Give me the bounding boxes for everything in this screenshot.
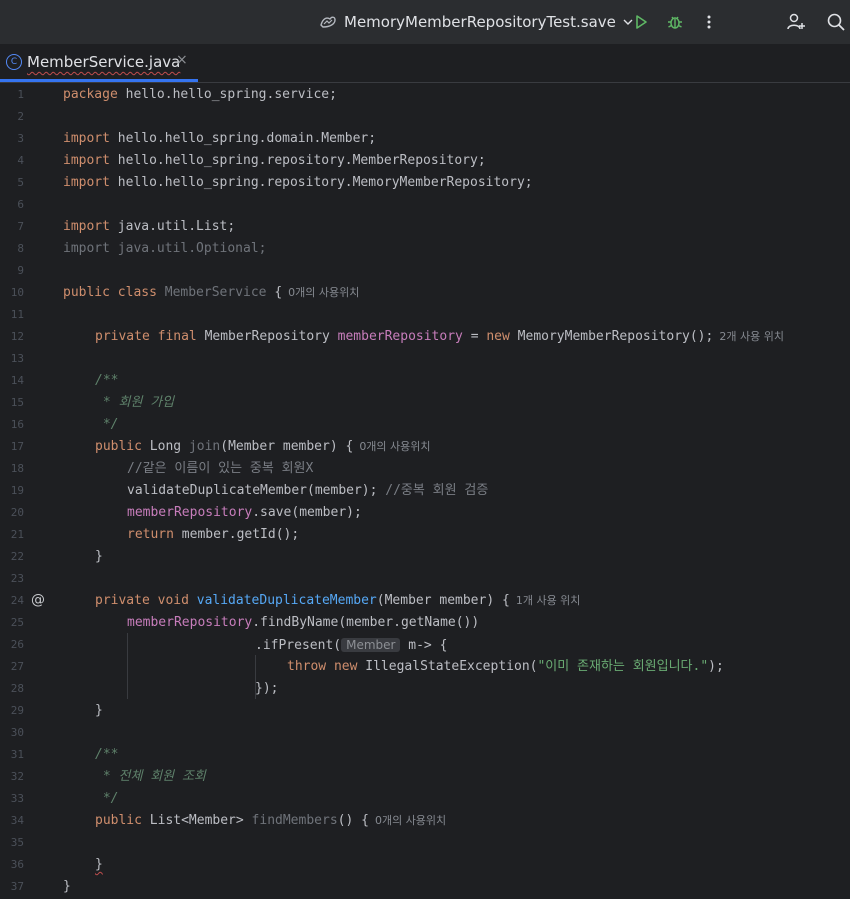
line-number: 25 xyxy=(10,616,24,629)
code-line-17: public Long join(Member member) {0개의 사용위… xyxy=(95,439,431,454)
line-number-gutter: @ 1 2 3 4 5 6 7 8 9 10 11 12 13 14 15 16 17 18 19 20 21 22 23 2… xyxy=(0,83,58,899)
run-config-selector[interactable]: MemoryMemberRepositoryTest.save xyxy=(318,10,634,34)
code-line-12: private final MemberRepository memberRep… xyxy=(95,329,784,344)
usage-hint[interactable]: 0개의 사용위치 xyxy=(359,440,430,453)
code-line-19: validateDuplicateMember(member); //중복 회원… xyxy=(127,483,489,498)
line-number: 6 xyxy=(17,198,24,211)
code-line-18: //같은 이름이 있는 중복 회원X xyxy=(127,461,314,476)
editor-tab-bar: C MemberService.java × xyxy=(0,44,850,83)
line-number: 35 xyxy=(10,836,24,849)
search-icon xyxy=(827,13,845,31)
line-number: 31 xyxy=(10,748,24,761)
indent-guide xyxy=(127,633,128,699)
close-icon[interactable]: × xyxy=(176,52,188,68)
usage-hint[interactable]: 1개 사용 위치 xyxy=(516,594,581,607)
line-number: 37 xyxy=(10,880,24,893)
class-icon: C xyxy=(6,54,22,70)
code-line-34: public List<Member> findMembers() {0개의 사… xyxy=(95,813,447,828)
line-number: 11 xyxy=(10,308,24,321)
line-number: 16 xyxy=(10,418,24,431)
code-with-me-button[interactable] xyxy=(784,10,808,34)
active-tab-indicator xyxy=(0,79,198,82)
line-number: 20 xyxy=(10,506,24,519)
run-config-icon xyxy=(320,16,336,28)
line-number: 32 xyxy=(10,770,24,783)
code-line-5: import hello.hello_spring.repository.Mem… xyxy=(63,175,533,190)
search-button[interactable] xyxy=(824,10,848,34)
override-marker-icon[interactable]: @ xyxy=(30,592,46,608)
code-line-14: /** xyxy=(95,373,119,388)
type-inlay-hint: Member xyxy=(341,638,401,652)
line-number: 14 xyxy=(10,374,24,387)
line-number: 13 xyxy=(10,352,24,365)
code-line-31: /** xyxy=(95,747,119,762)
code-line-3: import hello.hello_spring.domain.Member; xyxy=(63,131,377,146)
code-line-26: .ifPresent(Member m-> { xyxy=(255,638,448,653)
line-number: 2 xyxy=(17,110,24,123)
tab-member-service[interactable]: C MemberService.java × xyxy=(0,44,198,82)
line-number: 8 xyxy=(17,242,24,255)
code-line-33: */ xyxy=(95,791,119,806)
usage-hint[interactable]: 0개의 사용위치 xyxy=(375,814,446,827)
run-button[interactable] xyxy=(629,10,653,34)
code-line-7: import java.util.List; xyxy=(63,219,236,234)
line-number: 3 xyxy=(17,132,24,145)
line-number: 7 xyxy=(17,220,24,233)
code-line-24: private void validateDuplicateMember(Mem… xyxy=(95,593,581,608)
line-number: 19 xyxy=(10,484,24,497)
line-number: 29 xyxy=(10,704,24,717)
more-icon xyxy=(707,15,711,29)
line-number: 5 xyxy=(17,176,24,189)
code-line-37: } xyxy=(63,879,71,894)
line-number: 10 xyxy=(10,286,24,299)
debug-button[interactable] xyxy=(663,10,687,34)
add-user-icon xyxy=(787,13,805,30)
line-number: 21 xyxy=(10,528,24,541)
line-number: 26 xyxy=(10,638,24,651)
more-actions-button[interactable] xyxy=(697,10,721,34)
code-line-29: } xyxy=(95,703,103,718)
debug-icon xyxy=(668,16,682,29)
code-line-36: } xyxy=(95,857,103,872)
line-number: 17 xyxy=(10,440,24,453)
code-line-32: * 전체 회원 조회 xyxy=(95,769,206,784)
code-line-4: import hello.hello_spring.repository.Mem… xyxy=(63,153,486,168)
code-line-27: throw new IllegalStateException("이미 존재하는… xyxy=(287,659,724,674)
code-line-20: memberRepository.save(member); xyxy=(127,505,362,520)
run-config-name: MemoryMemberRepositoryTest.save xyxy=(344,13,616,31)
code-line-16: */ xyxy=(95,417,119,432)
code-line-8: import java.util.Optional; xyxy=(63,241,267,256)
line-number: 36 xyxy=(10,858,24,871)
title-toolbar: MemoryMemberRepositoryTest.save xyxy=(0,0,850,44)
code-editor[interactable]: @ 1 2 3 4 5 6 7 8 9 10 11 12 13 14 15 16 17 18 19 20 21 22 23 2… xyxy=(0,83,850,899)
line-number: 24 xyxy=(10,594,24,607)
line-number: 18 xyxy=(10,462,24,475)
line-number: 30 xyxy=(10,726,24,739)
run-icon xyxy=(636,15,647,29)
code-line-21: return member.getId(); xyxy=(127,527,300,542)
line-number: 4 xyxy=(17,154,24,167)
line-number: 27 xyxy=(10,660,24,673)
line-number: 23 xyxy=(10,572,24,585)
line-number: 1 xyxy=(17,88,24,101)
usage-hint[interactable]: 2개 사용 위치 xyxy=(719,330,784,343)
line-number: 33 xyxy=(10,792,24,805)
code-line-25: memberRepository.findByName(member.getNa… xyxy=(127,615,480,630)
line-number: 34 xyxy=(10,814,24,827)
line-number: 9 xyxy=(17,264,24,277)
usage-hint[interactable]: 0개의 사용위치 xyxy=(288,286,359,299)
tab-title: MemberService.java xyxy=(27,53,181,71)
code-line-1: package hello.hello_spring.service; xyxy=(63,87,337,102)
line-number: 22 xyxy=(10,550,24,563)
code-line-22: } xyxy=(95,549,103,564)
code-line-28: }); xyxy=(255,681,279,696)
code-line-15: * 회원 가입 xyxy=(95,395,175,410)
line-number: 15 xyxy=(10,396,24,409)
line-number: 12 xyxy=(10,330,24,343)
code-line-10: public class MemberService {0개의 사용위치 xyxy=(63,285,360,300)
line-number: 28 xyxy=(10,682,24,695)
